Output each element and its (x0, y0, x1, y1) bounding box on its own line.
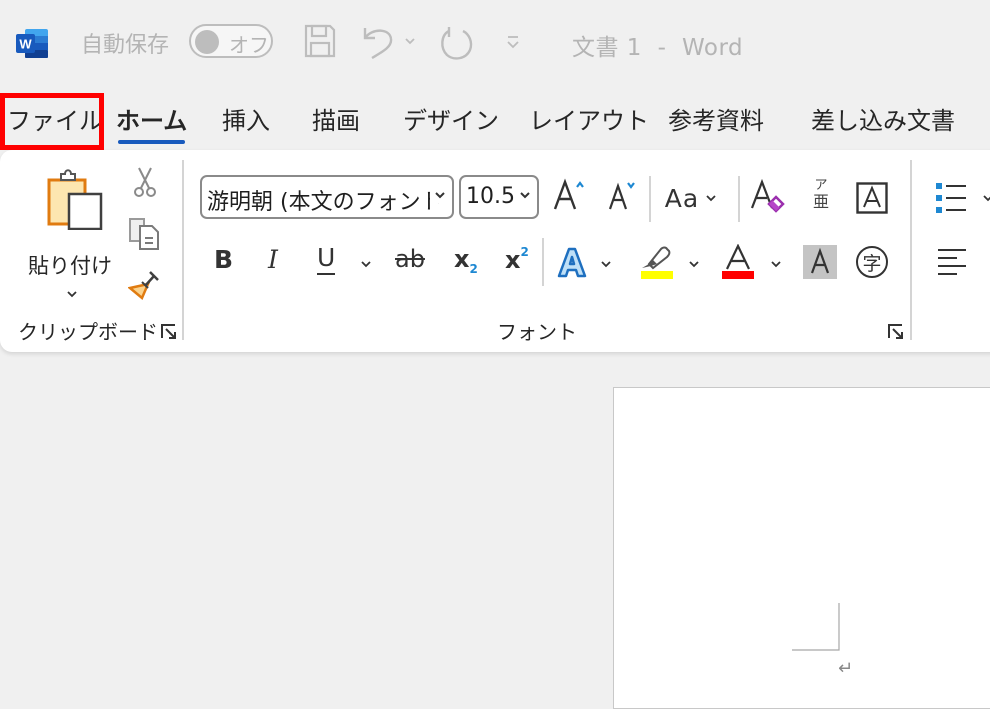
tab-draw[interactable]: 描画 (312, 96, 360, 146)
group-separator (910, 160, 912, 340)
align-left-icon[interactable] (936, 247, 968, 277)
format-painter-icon[interactable] (128, 268, 162, 302)
paste-label: 貼り付け (28, 254, 112, 278)
bullets-icon[interactable] (934, 181, 968, 213)
group-separator (182, 160, 184, 340)
highlight-dropdown-icon[interactable] (688, 260, 700, 268)
change-case-icon: Aa (664, 183, 700, 213)
strikethrough-icon[interactable]: ab (395, 245, 425, 273)
button-separator (738, 176, 740, 222)
subscript-icon[interactable]: x2 (454, 245, 478, 276)
paste-button[interactable]: 貼り付け (28, 164, 112, 298)
enclose-characters-icon: 字 (862, 252, 882, 275)
subscript-index: 2 (469, 262, 478, 276)
font-size-select[interactable]: 10.5 (459, 175, 539, 219)
subscript-base: x (454, 245, 470, 273)
enclose-characters-button[interactable]: 字 (856, 246, 888, 278)
paste-icon (47, 169, 103, 230)
character-shading-icon[interactable] (803, 245, 837, 279)
font-color-dropdown-icon[interactable] (770, 260, 782, 268)
chevron-down-icon (430, 189, 448, 203)
tab-references[interactable]: 参考資料 (668, 96, 764, 146)
text-effects-dropdown-icon[interactable] (600, 260, 612, 268)
italic-icon[interactable]: I (268, 245, 278, 274)
highlight-icon[interactable] (639, 244, 673, 280)
clipboard-group-label: クリップボード (18, 320, 158, 344)
change-case-button[interactable]: Aa (660, 180, 722, 216)
copy-icon[interactable] (128, 217, 162, 251)
character-border-icon[interactable] (856, 182, 888, 214)
button-separator (649, 176, 651, 222)
grow-font-icon[interactable] (553, 178, 587, 212)
tab-insert[interactable]: 挿入 (222, 96, 270, 146)
superscript-index: 2 (520, 245, 529, 259)
word-logo-icon: W (16, 29, 48, 58)
title-bar: W 自動保存 オフ 文書 1 - Word (0, 0, 990, 84)
underline-icon[interactable]: U (317, 243, 336, 275)
tab-mailings[interactable]: 差し込み文書 (811, 96, 955, 146)
shrink-font-icon[interactable] (608, 178, 640, 212)
document-page[interactable]: ↵ (613, 387, 990, 709)
phonetic-bottom: 亜 (812, 192, 829, 211)
font-name-value: 游明朝 (本文のフォント (207, 190, 443, 215)
font-launcher-icon[interactable] (888, 324, 904, 340)
button-separator (542, 238, 544, 286)
autosave-label: 自動保存 (81, 33, 170, 58)
superscript-base: x (505, 246, 521, 274)
clear-formatting-icon[interactable] (750, 178, 786, 214)
paste-dropdown-icon[interactable] (66, 290, 78, 298)
text-effects-icon[interactable] (556, 246, 588, 278)
font-group-label: フォント (497, 320, 577, 344)
chevron-down-icon (706, 195, 716, 202)
undo-icon[interactable] (362, 24, 396, 60)
underline-dropdown-icon[interactable] (360, 260, 372, 268)
save-icon[interactable] (304, 24, 336, 58)
phonetic-guide-button[interactable]: ア 亜 (810, 178, 832, 210)
toggle-state-label: オフ (229, 33, 269, 57)
tab-layout[interactable]: レイアウト (529, 96, 649, 146)
bold-icon[interactable]: B (214, 245, 233, 274)
margin-corner-mark (792, 603, 840, 651)
paragraph-mark: ↵ (838, 658, 854, 679)
toggle-knob (195, 30, 219, 54)
ribbon-home: 貼り付け クリップボード 游明朝 (本文のフォント 10.5 Aa ア 亜 B … (0, 150, 990, 352)
autosave-toggle[interactable]: オフ (189, 24, 273, 58)
font-color-icon[interactable] (721, 244, 755, 280)
redo-icon[interactable] (438, 26, 474, 62)
superscript-icon[interactable]: x2 (505, 245, 529, 274)
tab-home[interactable]: ホーム (116, 96, 187, 146)
tab-file[interactable]: ファイル (7, 96, 103, 146)
svg-text:W: W (19, 37, 32, 52)
document-title: 文書 1 - Word (572, 35, 744, 61)
clipboard-launcher-icon[interactable] (161, 324, 177, 340)
font-size-value: 10.5 (466, 184, 515, 209)
customize-qat-icon[interactable] (505, 34, 521, 50)
tab-design[interactable]: デザイン (403, 96, 499, 146)
ribbon-tabs: ファイル ホーム 挿入 描画 デザイン レイアウト 参考資料 差し込み文書 (0, 96, 990, 150)
font-name-select[interactable]: 游明朝 (本文のフォント (200, 175, 454, 219)
chevron-down-icon (515, 189, 533, 203)
undo-dropdown-icon[interactable] (404, 37, 416, 45)
bullets-dropdown-icon[interactable] (982, 194, 990, 202)
cut-icon[interactable] (132, 166, 158, 198)
